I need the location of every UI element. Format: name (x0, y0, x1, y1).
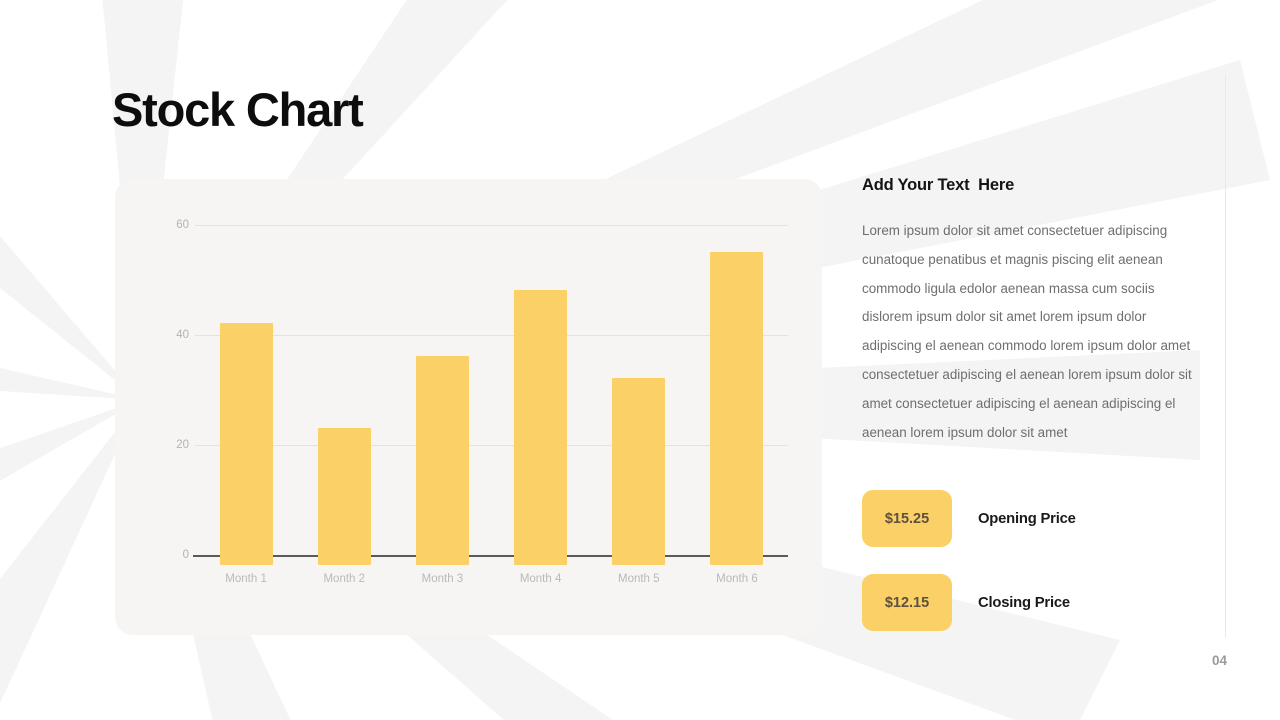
bar-month-2[interactable] (317, 427, 371, 565)
stat-row-closing-price[interactable]: $12.15 Closing Price (862, 574, 1076, 631)
page-number: 04 (1212, 653, 1228, 668)
closing-price-badge: $12.15 (862, 574, 952, 631)
chart-card: 60 40 20 0 Month 1 Month 2 Month 3 Month… (115, 179, 822, 635)
x-axis-label: Month 6 (716, 573, 758, 585)
vertical-divider (1225, 75, 1226, 638)
gridline-60 (195, 225, 788, 226)
closing-price-label: Closing Price (978, 594, 1070, 611)
sidebar-body-text: Lorem ipsum dolor sit amet consectetuer … (862, 223, 1192, 440)
y-axis-tick: 0 (182, 549, 189, 561)
x-axis-label: Month 3 (421, 573, 464, 585)
bar-slot (393, 235, 491, 565)
bar-slot (688, 235, 786, 565)
bar-month-5[interactable] (612, 378, 666, 565)
bar-month-6[interactable] (710, 251, 764, 565)
y-axis-tick: 60 (176, 219, 189, 231)
price-stat-list: $15.25 Opening Price $12.15 Closing Pric… (862, 490, 1076, 658)
y-axis-tick: 20 (176, 439, 189, 451)
sidebar-text-block: Add Your Text Here Lorem ipsum dolor sit… (862, 176, 1207, 447)
x-axis-label: Month 4 (519, 573, 562, 585)
stat-row-opening-price[interactable]: $15.25 Opening Price (862, 490, 1076, 547)
bar-month-1[interactable] (219, 323, 273, 565)
y-axis-tick: 40 (176, 329, 189, 341)
sidebar-heading: Add Your Text Here (862, 176, 1015, 194)
slide-canvas: Stock Chart 60 40 20 0 Month 1 Month 2 M… (0, 0, 1280, 720)
bar-slot (492, 235, 590, 565)
bar-slot (590, 235, 688, 565)
bar-month-3[interactable] (415, 356, 469, 565)
x-axis-label: Month 5 (617, 573, 660, 585)
x-axis-label: Month 1 (225, 573, 267, 585)
bar-slot (295, 235, 393, 565)
x-axis-label: Month 2 (323, 573, 366, 585)
bar-chart: 60 40 20 0 Month 1 Month 2 Month 3 Month… (165, 219, 788, 585)
bar-group (197, 235, 786, 565)
opening-price-badge: $15.25 (862, 490, 952, 547)
bar-slot (197, 235, 295, 565)
opening-price-label: Opening Price (978, 510, 1076, 527)
x-axis-labels: Month 1 Month 2 Month 3 Month 4 Month 5 … (197, 573, 786, 585)
bar-month-4[interactable] (514, 290, 568, 565)
page-title: Stock Chart (112, 83, 364, 136)
